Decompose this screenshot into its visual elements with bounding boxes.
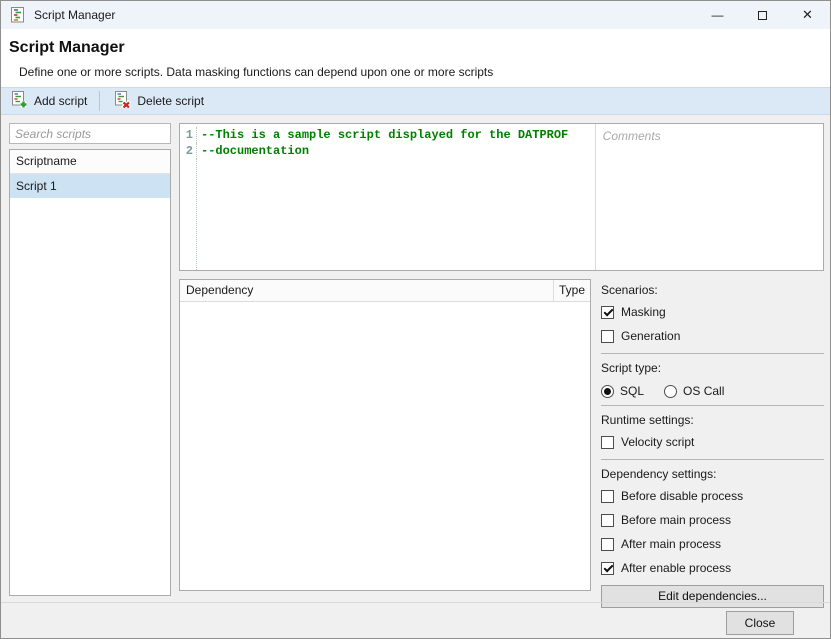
checkbox-generation[interactable]: Generation — [601, 329, 824, 343]
close-window-button[interactable]: ✕ — [785, 1, 830, 29]
code-line: 2 --documentation — [180, 143, 595, 159]
after-enable-label: After enable process — [621, 561, 731, 575]
checkbox-masking[interactable]: Masking — [601, 305, 824, 319]
code-editor[interactable]: 1 --This is a sample script displayed fo… — [180, 124, 595, 270]
script-type-label: Script type: — [601, 361, 824, 375]
close-button[interactable]: Close — [726, 611, 794, 635]
line-number: 2 — [180, 143, 197, 159]
settings-panel: Scenarios: Masking Generation Script typ… — [601, 279, 824, 608]
comments-input[interactable]: Comments — [595, 124, 823, 270]
radio-os-call[interactable]: OS Call — [664, 384, 724, 398]
page-title: Script Manager — [9, 39, 125, 57]
before-main-checkbox-icon[interactable] — [601, 514, 614, 527]
generation-label: Generation — [621, 329, 680, 343]
checkbox-before-main-process[interactable]: Before main process — [601, 513, 824, 527]
delete-script-button[interactable]: Delete script — [106, 89, 212, 113]
dialog-header: Script Manager Define one or more script… — [1, 29, 830, 87]
script-list: Scriptname Script 1 — [9, 149, 171, 596]
script-manager-window: Script Manager — ✕ Script Manager Define… — [0, 0, 831, 639]
gutter-extension — [180, 159, 595, 270]
window-title: Script Manager — [34, 8, 115, 22]
add-script-button[interactable]: Add script — [3, 89, 95, 113]
section-divider — [601, 405, 824, 406]
checkbox-velocity-script[interactable]: Velocity script — [601, 435, 824, 449]
maximize-icon — [758, 11, 767, 20]
checkbox-after-enable-process[interactable]: After enable process — [601, 561, 824, 575]
dependency-settings-label: Dependency settings: — [601, 467, 824, 481]
page-description: Define one or more scripts. Data masking… — [19, 65, 493, 79]
gutter-spacer — [180, 159, 197, 270]
code-text: --This is a sample script displayed for … — [197, 127, 568, 143]
before-main-label: Before main process — [621, 513, 731, 527]
script-list-header: Scriptname — [10, 150, 170, 174]
os-call-label: OS Call — [683, 384, 724, 398]
masking-label: Masking — [621, 305, 666, 319]
search-input[interactable] — [9, 123, 171, 144]
add-script-icon — [11, 91, 28, 111]
after-main-checkbox-icon[interactable] — [601, 538, 614, 551]
code-text: --documentation — [197, 143, 309, 159]
checkbox-before-disable-process[interactable]: Before disable process — [601, 489, 824, 503]
script-manager-app-icon — [10, 7, 26, 23]
script-editor-container: 1 --This is a sample script displayed fo… — [179, 123, 824, 271]
column-header-dependency[interactable]: Dependency — [180, 280, 553, 301]
velocity-script-checkbox-icon[interactable] — [601, 436, 614, 449]
scenarios-label: Scenarios: — [601, 283, 824, 297]
section-divider — [601, 353, 824, 354]
edit-dependencies-button[interactable]: Edit dependencies... — [601, 585, 824, 608]
masking-checkbox-icon[interactable] — [601, 306, 614, 319]
footer-divider — [1, 602, 830, 603]
section-divider — [601, 459, 824, 460]
delete-script-label: Delete script — [137, 94, 204, 108]
close-icon: ✕ — [802, 7, 813, 23]
os-call-radio-icon[interactable] — [664, 385, 677, 398]
velocity-script-label: Velocity script — [621, 435, 694, 449]
toolbar: Add script Delete script — [1, 87, 830, 115]
checkbox-after-main-process[interactable]: After main process — [601, 537, 824, 551]
sql-label: SQL — [620, 384, 644, 398]
column-header-type[interactable]: Type — [553, 280, 590, 301]
window-controls: — ✕ — [695, 1, 830, 29]
delete-script-icon — [114, 91, 131, 111]
runtime-settings-label: Runtime settings: — [601, 413, 824, 427]
toolbar-separator — [99, 91, 100, 111]
radio-sql[interactable]: SQL — [601, 384, 644, 398]
before-disable-label: Before disable process — [621, 489, 743, 503]
code-line: 1 --This is a sample script displayed fo… — [180, 127, 595, 143]
script-type-options: SQL OS Call — [601, 383, 824, 399]
minimize-icon: — — [712, 8, 724, 22]
add-script-label: Add script — [34, 94, 87, 108]
dependency-table-header: Dependency Type — [180, 280, 590, 302]
before-disable-checkbox-icon[interactable] — [601, 490, 614, 503]
line-number: 1 — [180, 127, 197, 143]
generation-checkbox-icon[interactable] — [601, 330, 614, 343]
title-bar: Script Manager — ✕ — [1, 1, 830, 29]
after-main-label: After main process — [621, 537, 721, 551]
after-enable-checkbox-icon[interactable] — [601, 562, 614, 575]
dependency-table[interactable]: Dependency Type — [179, 279, 591, 591]
sql-radio-icon[interactable] — [601, 385, 614, 398]
list-item-script-1[interactable]: Script 1 — [10, 174, 170, 198]
minimize-button[interactable]: — — [695, 1, 740, 29]
maximize-button[interactable] — [740, 1, 785, 29]
